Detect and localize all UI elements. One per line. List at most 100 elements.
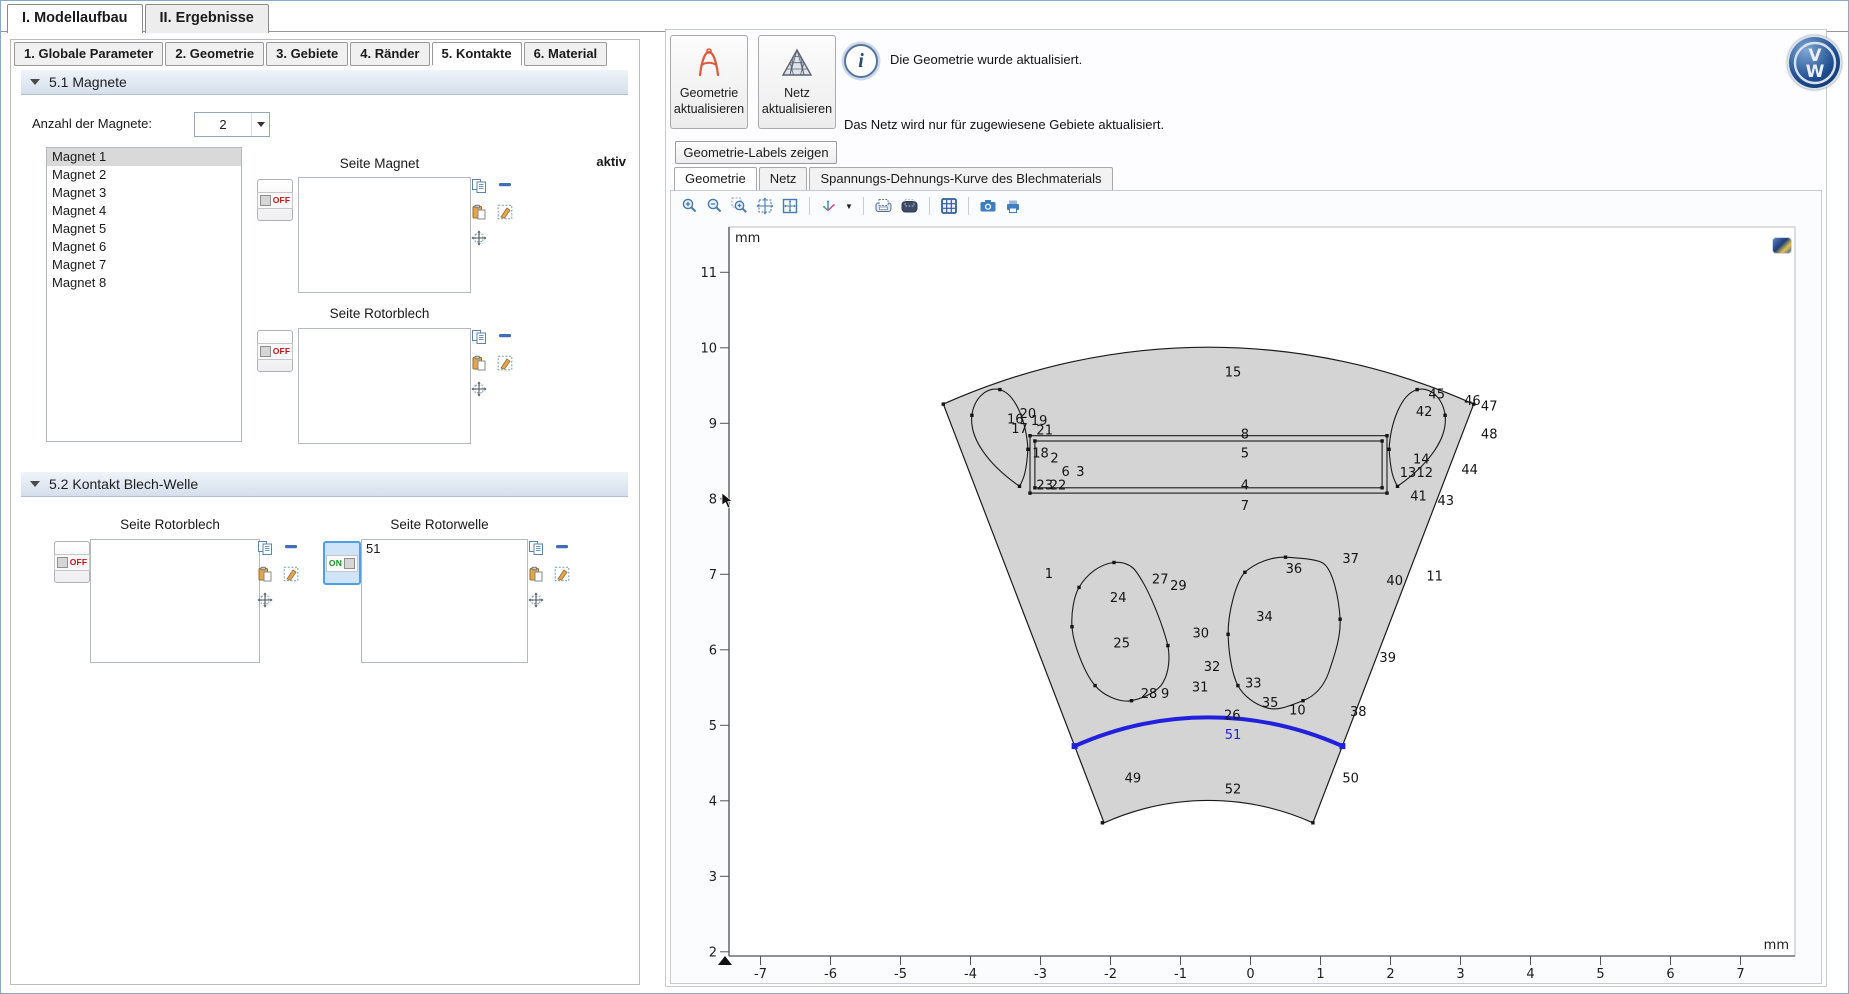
zoom-box-button[interactable] — [731, 197, 749, 215]
magnet-list-item[interactable]: Magnet 3 — [47, 184, 241, 202]
edge-label-45: 45 — [1428, 387, 1445, 402]
main-tab-1[interactable]: I. Modellaufbau — [7, 4, 143, 33]
copy-selection-button[interactable] — [527, 540, 545, 560]
magnet-list-item[interactable]: Magnet 6 — [47, 238, 241, 256]
clear-selection-button[interactable] — [553, 566, 571, 586]
clear-selection-button[interactable] — [496, 204, 514, 224]
remove-selection-button[interactable] — [496, 178, 514, 198]
magnet-list-item[interactable]: Magnet 5 — [47, 220, 241, 238]
copy-selection-button[interactable] — [256, 540, 274, 560]
toolbar-separator — [929, 197, 930, 215]
zoom-in-button[interactable] — [681, 197, 699, 215]
toggle-state-label: OFF — [273, 195, 291, 205]
paste-selection-button[interactable] — [527, 566, 545, 586]
zoom-to-selection-button[interactable] — [470, 230, 488, 250]
printer-icon — [1004, 197, 1022, 215]
paste-selection-button[interactable] — [256, 566, 274, 586]
magnet-list-item[interactable]: Magnet 7 — [47, 256, 241, 274]
zoom-out-button[interactable] — [706, 197, 724, 215]
fit-window-button[interactable] — [781, 197, 799, 215]
rotorblech-side-toggle[interactable]: OFF — [257, 330, 293, 372]
y-tick-label: 11 — [700, 266, 717, 281]
magnet-side-toggle[interactable]: OFF — [257, 179, 293, 221]
magnet-count-select[interactable]: 2 — [194, 112, 270, 137]
y-tick-label: 10 — [700, 341, 717, 356]
app-window: I. ModellaufbauII. Ergebnisse 1. Globale… — [0, 0, 1849, 994]
view-tab-1[interactable]: Geometrie — [674, 167, 757, 191]
kontakt-rotorwelle-toggle[interactable]: ON — [323, 541, 361, 585]
snapshot-light-button[interactable] — [874, 197, 893, 215]
magnet-list-item[interactable]: Magnet 4 — [47, 202, 241, 220]
magnet-side-selection-box[interactable] — [298, 177, 471, 293]
graphics-frame: ▼ — [670, 190, 1822, 984]
axis-origin-marker — [718, 956, 732, 965]
fit-window-icon — [781, 197, 799, 215]
sub-tab-2[interactable]: 2. Geometrie — [165, 42, 264, 66]
view-tab-2[interactable]: Netz — [759, 167, 808, 191]
remove-selection-button[interactable] — [496, 329, 514, 349]
minus-icon — [554, 540, 570, 556]
remove-selection-button[interactable] — [553, 540, 571, 560]
vw-logo: V W — [1787, 35, 1842, 90]
update-mesh-button[interactable]: Netz aktualisieren — [758, 35, 836, 129]
screenshot-button[interactable] — [979, 197, 997, 215]
sub-tab-1[interactable]: 1. Globale Parameter — [14, 42, 163, 66]
remove-selection-button[interactable] — [282, 540, 300, 560]
zoom-to-selection-icon — [471, 230, 487, 246]
print-button[interactable] — [1004, 197, 1022, 215]
kontakt-rotorblech-selection-box[interactable] — [90, 539, 260, 663]
snapshot-dark-button[interactable] — [900, 197, 919, 215]
section-header-magnete[interactable]: 5.1 Magnete — [21, 70, 628, 95]
magnet-list-item[interactable]: Magnet 2 — [47, 166, 241, 184]
edge-label-29: 29 — [1170, 579, 1187, 594]
magnet-list[interactable]: Magnet 1Magnet 2Magnet 3Magnet 4Magnet 5… — [46, 147, 242, 442]
copy-selection-button[interactable] — [470, 329, 488, 349]
edge-label-3: 3 — [1076, 465, 1084, 480]
edge-label-17: 17 — [1011, 422, 1028, 437]
main-tab-2[interactable]: II. Ergebnisse — [145, 4, 269, 33]
comsol-logo-icon — [1773, 238, 1791, 253]
sub-tab-6[interactable]: 6. Material — [524, 42, 608, 66]
clear-selection-button[interactable] — [496, 355, 514, 375]
grid-settings-button[interactable] — [940, 197, 958, 215]
rotorblech-side-selection-box[interactable] — [298, 328, 471, 444]
x-tick-label: -5 — [894, 967, 907, 981]
zoom-to-selection-button[interactable] — [256, 592, 274, 612]
edge-label-14: 14 — [1413, 452, 1430, 467]
geometry-plot-canvas[interactable]: -7-6-5-4-3-2-101234567234567891011mmmm12… — [687, 219, 1817, 981]
copy-selection-button[interactable] — [470, 178, 488, 198]
kontakt-rotorwelle-selection-box[interactable]: 51 — [361, 539, 528, 663]
clear-selection-button[interactable] — [282, 566, 300, 586]
update-geometry-button[interactable]: Geometrie aktualisieren — [670, 35, 748, 129]
kontakt-rotorblech-icon-column — [256, 540, 300, 612]
button-label: aktualisieren — [762, 101, 832, 117]
edge-label-52: 52 — [1225, 782, 1242, 797]
zoom-out-icon — [706, 197, 724, 215]
toolbar-separator — [863, 197, 864, 215]
snapshot-light-icon — [874, 197, 893, 215]
orientation-dropdown-caret[interactable]: ▼ — [845, 202, 853, 211]
view-orientation-button[interactable] — [820, 197, 838, 215]
show-geometry-labels-button[interactable]: Geometrie-Labels zeigen — [675, 141, 837, 164]
button-label: Netz — [784, 85, 810, 101]
paste-selection-button[interactable] — [470, 355, 488, 375]
zoom-to-selection-button[interactable] — [470, 381, 488, 401]
edge-label-40: 40 — [1386, 574, 1403, 589]
edge-label-12: 12 — [1417, 466, 1434, 481]
edge-label-8: 8 — [1241, 427, 1249, 442]
axis-triad-icon — [820, 197, 838, 215]
sub-tab-4[interactable]: 4. Ränder — [350, 42, 429, 66]
sub-tab-3[interactable]: 3. Gebiete — [266, 42, 348, 66]
zoom-to-selection-button[interactable] — [527, 592, 545, 612]
paste-selection-button[interactable] — [470, 204, 488, 224]
magnet-list-item[interactable]: Magnet 8 — [47, 274, 241, 292]
view-tab-3[interactable]: Spannungs-Dehnungs-Kurve des Blechmateri… — [809, 167, 1112, 191]
zoom-extents-button[interactable] — [756, 197, 774, 215]
y-axis-unit-label: mm — [735, 231, 760, 246]
kontakt-rotorblech-toggle[interactable]: OFF — [54, 541, 90, 583]
zoom-to-selection-icon — [471, 381, 487, 397]
sub-tab-5[interactable]: 5. Kontakte — [432, 42, 522, 66]
section-header-kontakt[interactable]: 5.2 Kontakt Blech-Welle — [21, 472, 628, 497]
dropdown-button[interactable] — [251, 113, 269, 136]
magnet-list-item[interactable]: Magnet 1 — [47, 148, 241, 166]
